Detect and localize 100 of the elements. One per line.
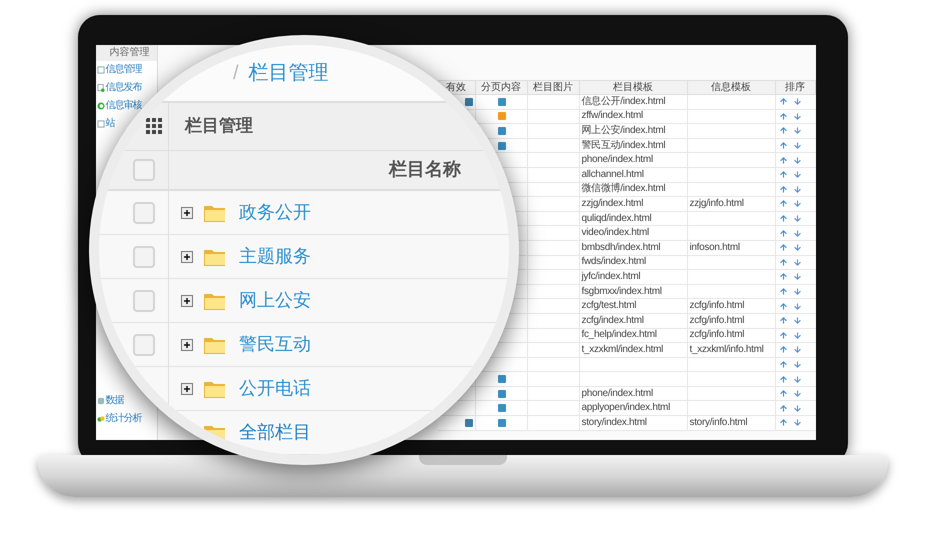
move-up-icon[interactable] [778,141,788,150]
table-cell: phone/index.html [580,153,688,167]
move-down-icon[interactable] [792,330,802,340]
move-up-icon[interactable] [778,374,788,384]
valid-icon[interactable] [464,418,472,427]
table-cell: zffw/index.html [580,110,688,124]
page-icon[interactable] [498,126,506,135]
move-down-icon[interactable] [792,214,802,224]
column-header: 信息模板 [688,81,776,94]
category-link[interactable]: 警民互动 [239,331,311,358]
move-down-icon[interactable] [792,156,802,165]
table-cell: 微信微博/index.html [580,182,688,196]
move-up-icon[interactable] [778,112,788,121]
breadcrumb[interactable]: 栏目管理 [248,58,329,88]
page-icon[interactable] [498,375,506,384]
move-up-icon[interactable] [778,170,788,180]
sidebar-item[interactable]: 信息管理 [96,65,142,75]
move-down-icon[interactable] [792,97,802,106]
move-down-icon[interactable] [792,184,802,194]
table-cell: quliqd/index.html [580,212,688,226]
sidebar-item[interactable]: 信息审核 [96,101,142,111]
move-down-icon[interactable] [792,374,802,384]
move-up-icon[interactable] [778,243,788,252]
expand-icon[interactable] [181,294,193,306]
move-up-icon[interactable] [778,214,788,224]
expand-icon[interactable] [181,382,193,394]
move-up-icon[interactable] [778,360,788,369]
move-up-icon[interactable] [778,404,788,413]
table-cell: story/info.html [688,416,776,430]
checkbox[interactable] [133,334,155,356]
table-cell: zcfg/info.html [688,328,776,342]
checkbox[interactable] [133,246,155,268]
page-icon[interactable] [498,404,506,412]
category-link[interactable]: 主题服务 [239,243,311,270]
move-up-icon[interactable] [778,345,788,354]
move-up-icon[interactable] [778,258,788,267]
move-down-icon[interactable] [792,141,802,150]
move-up-icon[interactable] [778,418,788,428]
table-cell: fsgbmxx/index.html [580,284,688,298]
column-header: 栏目名称 [389,158,461,182]
category-link[interactable]: 公开电话 [239,375,311,402]
page-icon[interactable] [498,112,506,120]
move-down-icon[interactable] [792,126,802,136]
move-up-icon[interactable] [778,199,788,208]
move-down-icon[interactable] [792,287,802,296]
chart-icon [96,415,104,423]
move-down-icon[interactable] [792,345,802,354]
sidebar-item[interactable]: 站 [96,119,114,129]
checkbox[interactable] [133,158,155,181]
table-cell: zcfg/test.html [580,299,688,313]
move-down-icon[interactable] [792,243,802,252]
expand-icon[interactable] [181,338,193,350]
table-cell: 警民互动/index.html [580,138,688,152]
page-icon[interactable] [498,390,506,398]
table-cell: zcfg/index.html [580,314,688,328]
move-down-icon[interactable] [792,272,802,282]
category-link[interactable]: 网上公安 [239,287,311,314]
page-icon[interactable] [498,142,506,150]
panel-title: 栏目管理 [184,115,253,138]
page-icon[interactable] [498,418,506,427]
move-down-icon[interactable] [792,404,802,413]
expand-icon[interactable] [181,250,193,262]
move-up-icon[interactable] [778,126,788,136]
table-cell: zzjg/index.html [580,197,688,211]
sidebar-item[interactable]: 信息发布 [96,83,142,93]
category-link[interactable]: 全部栏目 [239,419,311,446]
move-down-icon[interactable] [792,360,802,369]
move-up-icon[interactable] [778,228,788,238]
move-up-icon[interactable] [778,389,788,398]
table-cell: video/index.html [580,226,688,240]
move-down-icon[interactable] [792,389,802,398]
move-up-icon[interactable] [778,97,788,106]
move-down-icon[interactable] [792,418,802,428]
sidebar-header: 内容管理 [96,45,156,61]
expand-icon[interactable] [181,206,193,218]
move-up-icon[interactable] [778,316,788,326]
sidebar-item[interactable]: 数据 [96,396,124,406]
table-cell: bmbsdh/index.html [580,240,688,255]
breadcrumb-separator: / [233,60,239,86]
checkbox[interactable] [133,290,155,312]
table-cell: jyfc/index.html [580,270,688,284]
move-down-icon[interactable] [792,170,802,180]
move-up-icon[interactable] [778,156,788,165]
move-up-icon[interactable] [778,287,788,296]
move-up-icon[interactable] [778,302,788,311]
move-down-icon[interactable] [792,316,802,326]
category-link[interactable]: 政务公开 [239,199,311,226]
checkbox[interactable] [133,202,155,224]
valid-icon[interactable] [464,98,472,106]
move-up-icon[interactable] [778,330,788,340]
sidebar-item[interactable]: 统计分析 [96,414,142,424]
move-up-icon[interactable] [778,272,788,282]
table-cell: zzjg/info.html [688,197,776,211]
move-down-icon[interactable] [792,112,802,121]
page-icon[interactable] [498,98,506,106]
move-up-icon[interactable] [778,184,788,194]
move-down-icon[interactable] [792,258,802,267]
move-down-icon[interactable] [792,302,802,311]
move-down-icon[interactable] [792,199,802,208]
move-down-icon[interactable] [792,228,802,238]
